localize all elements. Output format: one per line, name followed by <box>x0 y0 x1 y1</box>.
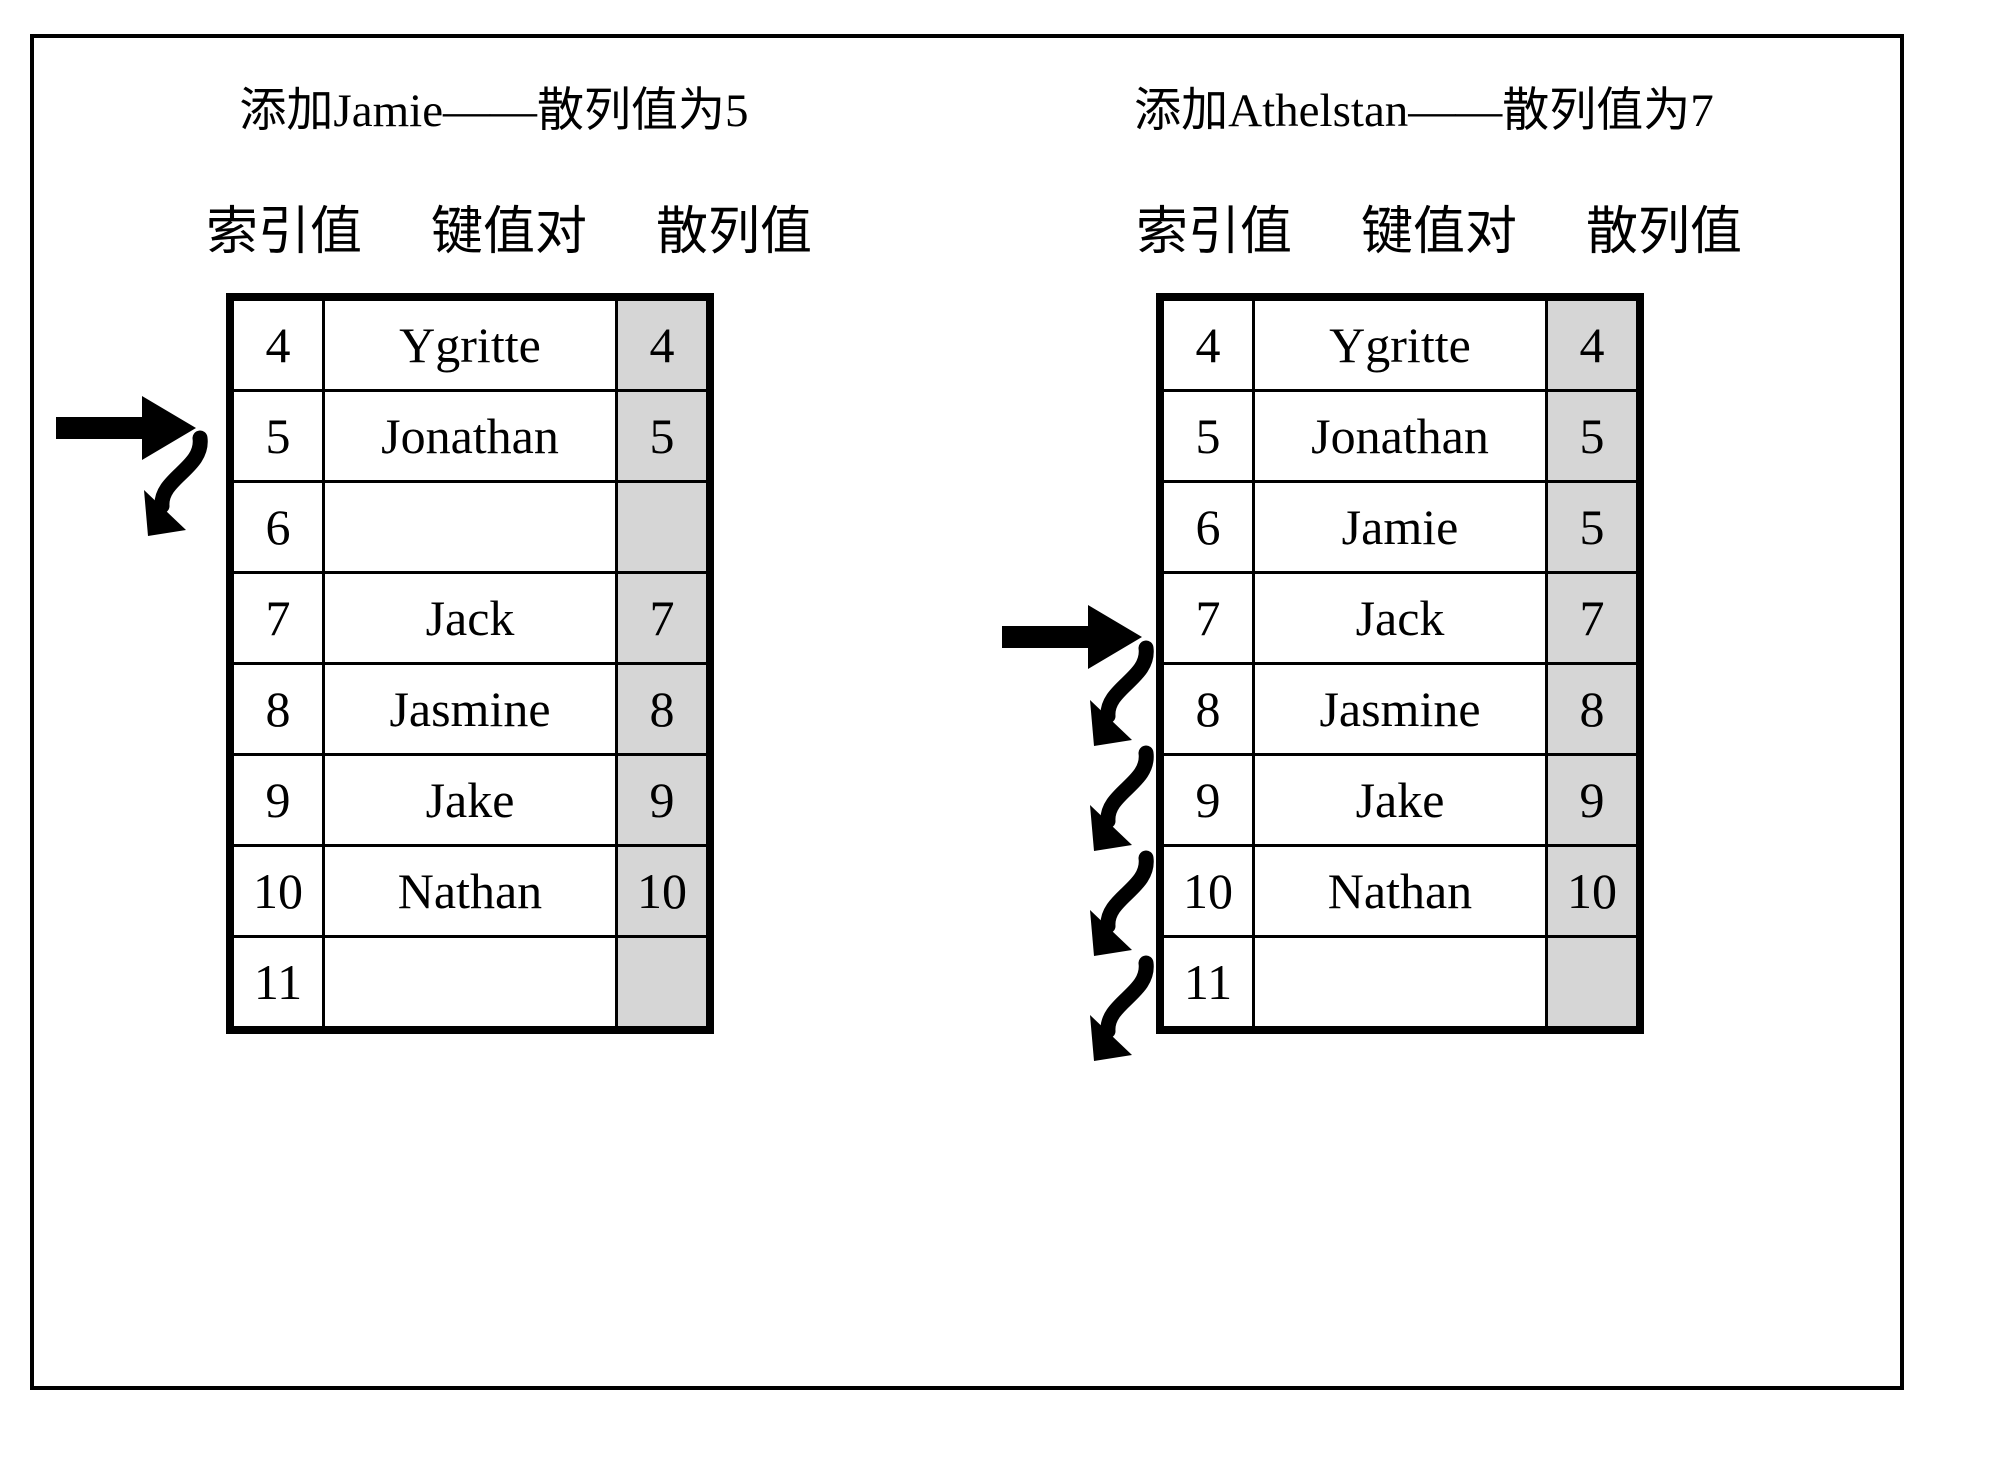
cell-hash <box>615 935 709 1029</box>
table-row: 10 Nathan 10 <box>1161 844 1639 938</box>
cell-hash: 9 <box>615 753 709 847</box>
table-row: 7 Jack 7 <box>231 571 709 665</box>
cell-keyvalue: Ygritte <box>322 298 618 392</box>
cell-hash: 10 <box>615 844 709 938</box>
cell-keyvalue: Jasmine <box>322 662 618 756</box>
table-row: 10 Nathan 10 <box>231 844 709 938</box>
panel-right-column-headers: 索引值 键值对 散列值 <box>974 203 1874 263</box>
panel-right-title: 添加Athelstan——散列值为7 <box>1134 85 1714 137</box>
cell-index: 6 <box>231 480 325 574</box>
cell-keyvalue <box>322 935 618 1029</box>
probe-arrow-icon <box>144 430 208 536</box>
cell-index: 5 <box>231 389 325 483</box>
table-row: 8 Jasmine 8 <box>231 662 709 756</box>
table-row: 9 Jake 9 <box>1161 753 1639 847</box>
table-row: 8 Jasmine 8 <box>1161 662 1639 756</box>
column-header-index: 索引值 <box>205 204 362 261</box>
column-header-index: 索引值 <box>1135 204 1292 261</box>
hash-table-right: 4 Ygritte 4 5 Jonathan 5 6 Jamie 5 7 Jack 7 8 Jasmine… <box>1156 293 1644 1034</box>
panel-left-column-headers: 索引值 键值对 散列值 <box>44 203 944 263</box>
cell-hash <box>615 480 709 574</box>
hash-table-left: 4 Ygritte 4 5 Jonathan 5 6 7 Jack 7 8 Jasmine 8 9 Jake… <box>226 293 714 1034</box>
cell-keyvalue: Nathan <box>322 844 618 938</box>
panel-left-title: 添加Jamie——散列值为5 <box>239 85 749 137</box>
table-row: 9 Jake 9 <box>231 753 709 847</box>
cell-index: 11 <box>231 935 325 1029</box>
cell-index: 6 <box>1161 480 1255 574</box>
cell-hash: 7 <box>615 571 709 665</box>
cell-keyvalue: Jonathan <box>1252 389 1548 483</box>
table-row: 11 <box>1161 935 1639 1029</box>
cell-keyvalue: Jasmine <box>1252 662 1548 756</box>
cell-hash: 5 <box>1545 480 1639 574</box>
table-row: 6 <box>231 480 709 574</box>
cell-index: 4 <box>231 298 325 392</box>
cell-index: 9 <box>231 753 325 847</box>
cell-keyvalue <box>1252 935 1548 1029</box>
cell-index: 8 <box>1161 662 1255 756</box>
cell-index: 7 <box>231 571 325 665</box>
probe-arrow-icon <box>1090 850 1154 956</box>
cell-index: 11 <box>1161 935 1255 1029</box>
column-header-keyvalue: 键值对 <box>430 204 587 261</box>
column-header-keyvalue: 键值对 <box>1360 204 1517 261</box>
cell-hash: 8 <box>615 662 709 756</box>
cell-hash: 7 <box>1545 571 1639 665</box>
cell-index: 10 <box>1161 844 1255 938</box>
cell-index: 4 <box>1161 298 1255 392</box>
cell-hash: 4 <box>1545 298 1639 392</box>
table-row: 4 Ygritte 4 <box>1161 298 1639 392</box>
cell-index: 9 <box>1161 753 1255 847</box>
column-header-hash: 散列值 <box>655 204 812 261</box>
table-row: 5 Jonathan 5 <box>231 389 709 483</box>
column-header-hash: 散列值 <box>1585 204 1742 261</box>
probe-arrow-icon <box>1090 955 1154 1061</box>
cell-hash <box>1545 935 1639 1029</box>
diagram-frame: 添加Jamie——散列值为5 索引值 键值对 散列值 4 Ygritte 4 5 Jon… <box>30 34 1904 1390</box>
cell-keyvalue: Ygritte <box>1252 298 1548 392</box>
cell-keyvalue: Jake <box>322 753 618 847</box>
table-row: 6 Jamie 5 <box>1161 480 1639 574</box>
table-row: 4 Ygritte 4 <box>231 298 709 392</box>
cell-keyvalue <box>322 480 618 574</box>
cell-index: 10 <box>231 844 325 938</box>
cell-keyvalue: Jack <box>322 571 618 665</box>
cell-index: 5 <box>1161 389 1255 483</box>
probe-arrow-icon <box>1090 745 1154 851</box>
cell-keyvalue: Jake <box>1252 753 1548 847</box>
cell-hash: 9 <box>1545 753 1639 847</box>
table-row: 7 Jack 7 <box>1161 571 1639 665</box>
cell-hash: 4 <box>615 298 709 392</box>
entry-arrow-icon <box>1002 605 1142 669</box>
cell-index: 8 <box>231 662 325 756</box>
probe-arrow-icon <box>1090 640 1154 746</box>
cell-keyvalue: Nathan <box>1252 844 1548 938</box>
cell-hash: 5 <box>1545 389 1639 483</box>
table-row: 5 Jonathan 5 <box>1161 389 1639 483</box>
entry-arrow-icon <box>56 396 196 460</box>
cell-hash: 10 <box>1545 844 1639 938</box>
cell-keyvalue: Jamie <box>1252 480 1548 574</box>
cell-hash: 5 <box>615 389 709 483</box>
table-row: 11 <box>231 935 709 1029</box>
cell-hash: 8 <box>1545 662 1639 756</box>
cell-keyvalue: Jack <box>1252 571 1548 665</box>
cell-index: 7 <box>1161 571 1255 665</box>
cell-keyvalue: Jonathan <box>322 389 618 483</box>
